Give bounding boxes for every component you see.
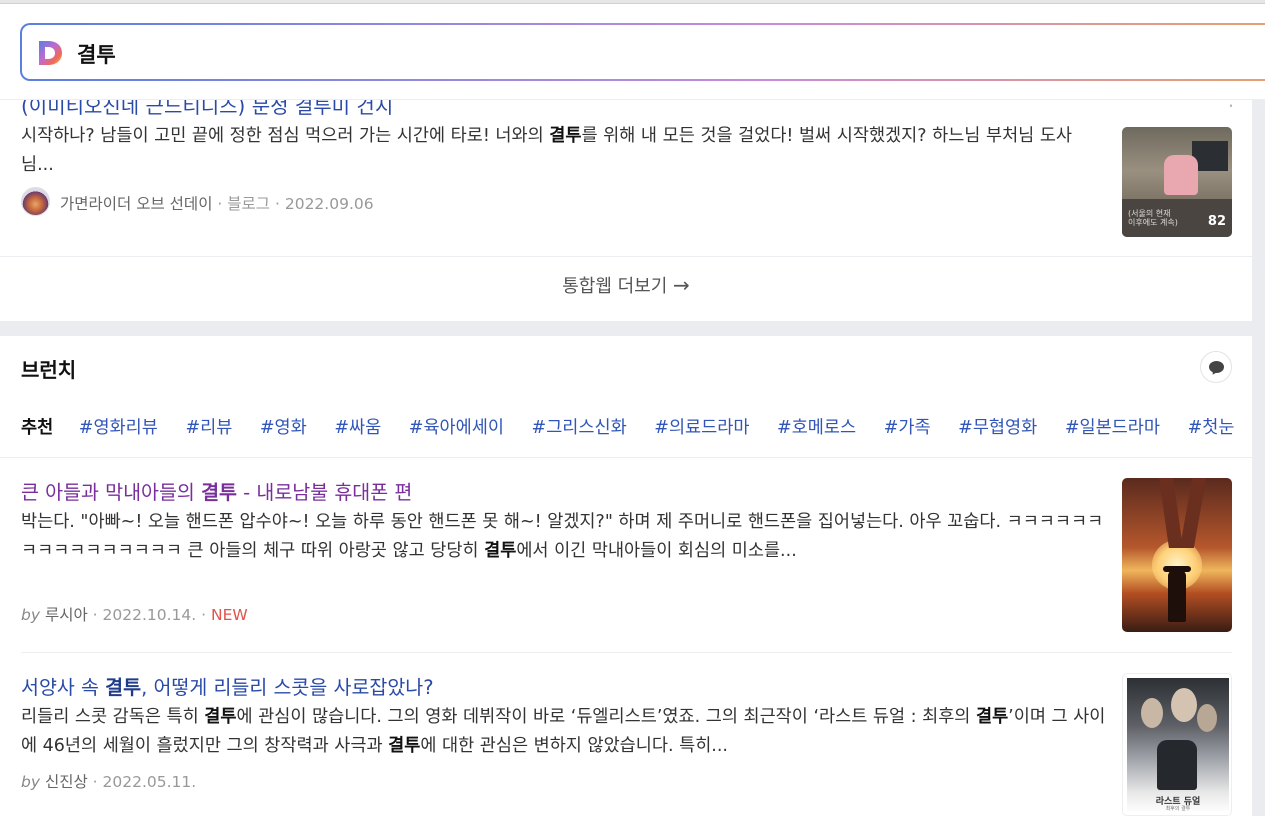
poster-face [1171, 688, 1197, 722]
tag-item[interactable]: #첫눈 [1188, 418, 1235, 438]
article-snippet: 리들리 스콧 감독은 특히 결투에 관심이 많습니다. 그의 영화 데뷔작이 바… [21, 707, 1106, 756]
tag-item[interactable]: #영화리뷰 [79, 418, 158, 438]
scrollbar-track[interactable] [1252, 100, 1265, 816]
thumb-cowboy [1168, 570, 1186, 622]
tag-item[interactable]: #일본드라마 [1065, 418, 1160, 438]
card-divider [0, 256, 1252, 257]
daum-logo-icon[interactable] [35, 38, 65, 68]
article-thumbnail[interactable]: 라스트 듀얼 최후의 결투 [1122, 673, 1232, 816]
thumb-leg-right [1179, 478, 1207, 548]
brunch-card: 브런치 추천 #영화리뷰 #리뷰 #영화 #싸움 #육아에세이 #그리스신화 #… [0, 336, 1252, 816]
tag-item[interactable]: #무협영화 [958, 418, 1037, 438]
search-header: 결투 [0, 4, 1265, 100]
section-title: 브런치 [21, 358, 77, 382]
thumb-person [1164, 155, 1198, 195]
new-badge: NEW [211, 606, 248, 624]
search-results-page: 결투 (이미티오진네 근드티디즈) 문정 결투미 건지 ⋮ 시작하나? 남들이 … [0, 0, 1265, 816]
article-title-link[interactable]: 큰 아들과 막내아들의 결투 - 내로남불 휴대폰 편 [21, 476, 412, 505]
thumb-caption: (서울의 현재 이후에도 계속) [1128, 209, 1178, 227]
result-meta: 가면라이더 오브 선데이 · 블로그 · 2022.09.06 [60, 195, 374, 213]
search-box[interactable]: 결투 [20, 23, 1265, 81]
article-divider [21, 652, 1232, 653]
result-date: 2022.09.06 [284, 195, 374, 213]
recommend-label: 추천 [21, 418, 54, 438]
poster-face [1197, 704, 1217, 732]
result-thumbnail[interactable]: (서울의 현재 이후에도 계속) 82 [1122, 127, 1232, 237]
movie-poster: 라스트 듀얼 최후의 결투 [1127, 678, 1229, 813]
web-more-link[interactable]: 통합웹 더보기 → [0, 272, 1252, 298]
tag-divider [0, 457, 1252, 458]
article-title-link[interactable]: 서양사 속 결투, 어떻게 리들리 스콧을 사로잡았나? [21, 671, 434, 700]
thumb-leg-left [1159, 478, 1183, 548]
article-author-link[interactable]: 신진상 [45, 773, 88, 791]
poster-knight [1157, 740, 1197, 790]
article-date: 2022.10.14. [102, 606, 197, 624]
tag-item[interactable]: #육아에세이 [409, 418, 504, 438]
article-thumbnail[interactable] [1122, 478, 1232, 632]
tag-item[interactable]: #영화 [260, 418, 307, 438]
result-source: 블로그 [227, 195, 271, 213]
blog-author-link[interactable]: 가면라이더 오브 선데이 [60, 195, 212, 213]
tag-item[interactable]: #호메로스 [777, 418, 856, 438]
article-author-link[interactable]: 루시아 [45, 606, 88, 624]
by-label: by [21, 773, 41, 791]
poster-subtitle: 최후의 결투 [1165, 806, 1191, 812]
blog-avatar[interactable] [21, 187, 50, 216]
result-snippet: 시작하나? 남들이 고민 끝에 정한 점심 먹으러 가는 시간에 타로! 너와의… [21, 126, 1073, 175]
tag-bar: 추천 #영화리뷰 #리뷰 #영화 #싸움 #육아에세이 #그리스신화 #의료드라… [21, 414, 1256, 439]
poster-face [1141, 698, 1163, 728]
article-meta: by 루시아 · 2022.10.14. · NEW [21, 606, 248, 624]
article-meta: by 신진상 · 2022.05.11. [21, 773, 197, 791]
tag-item[interactable]: #그리스신화 [532, 418, 627, 438]
tag-item[interactable]: #리뷰 [185, 418, 232, 438]
article-snippet: 박는다. "아빠~! 오늘 핸드폰 압수야~! 오늘 하루 동안 핸드폰 못 해… [21, 512, 1104, 561]
search-input[interactable]: 결투 [77, 39, 116, 69]
tag-item[interactable]: #의료드라마 [654, 418, 749, 438]
tag-item[interactable]: #싸움 [334, 418, 381, 438]
thumb-image-count: 82 [1207, 214, 1226, 229]
talk-button[interactable] [1200, 351, 1232, 383]
tag-item[interactable]: #가족 [884, 418, 931, 438]
arrow-right-icon: → [673, 273, 690, 297]
search-box-inner[interactable]: 결투 [22, 25, 1265, 79]
by-label: by [21, 606, 41, 624]
article-date: 2022.05.11. [102, 773, 197, 791]
